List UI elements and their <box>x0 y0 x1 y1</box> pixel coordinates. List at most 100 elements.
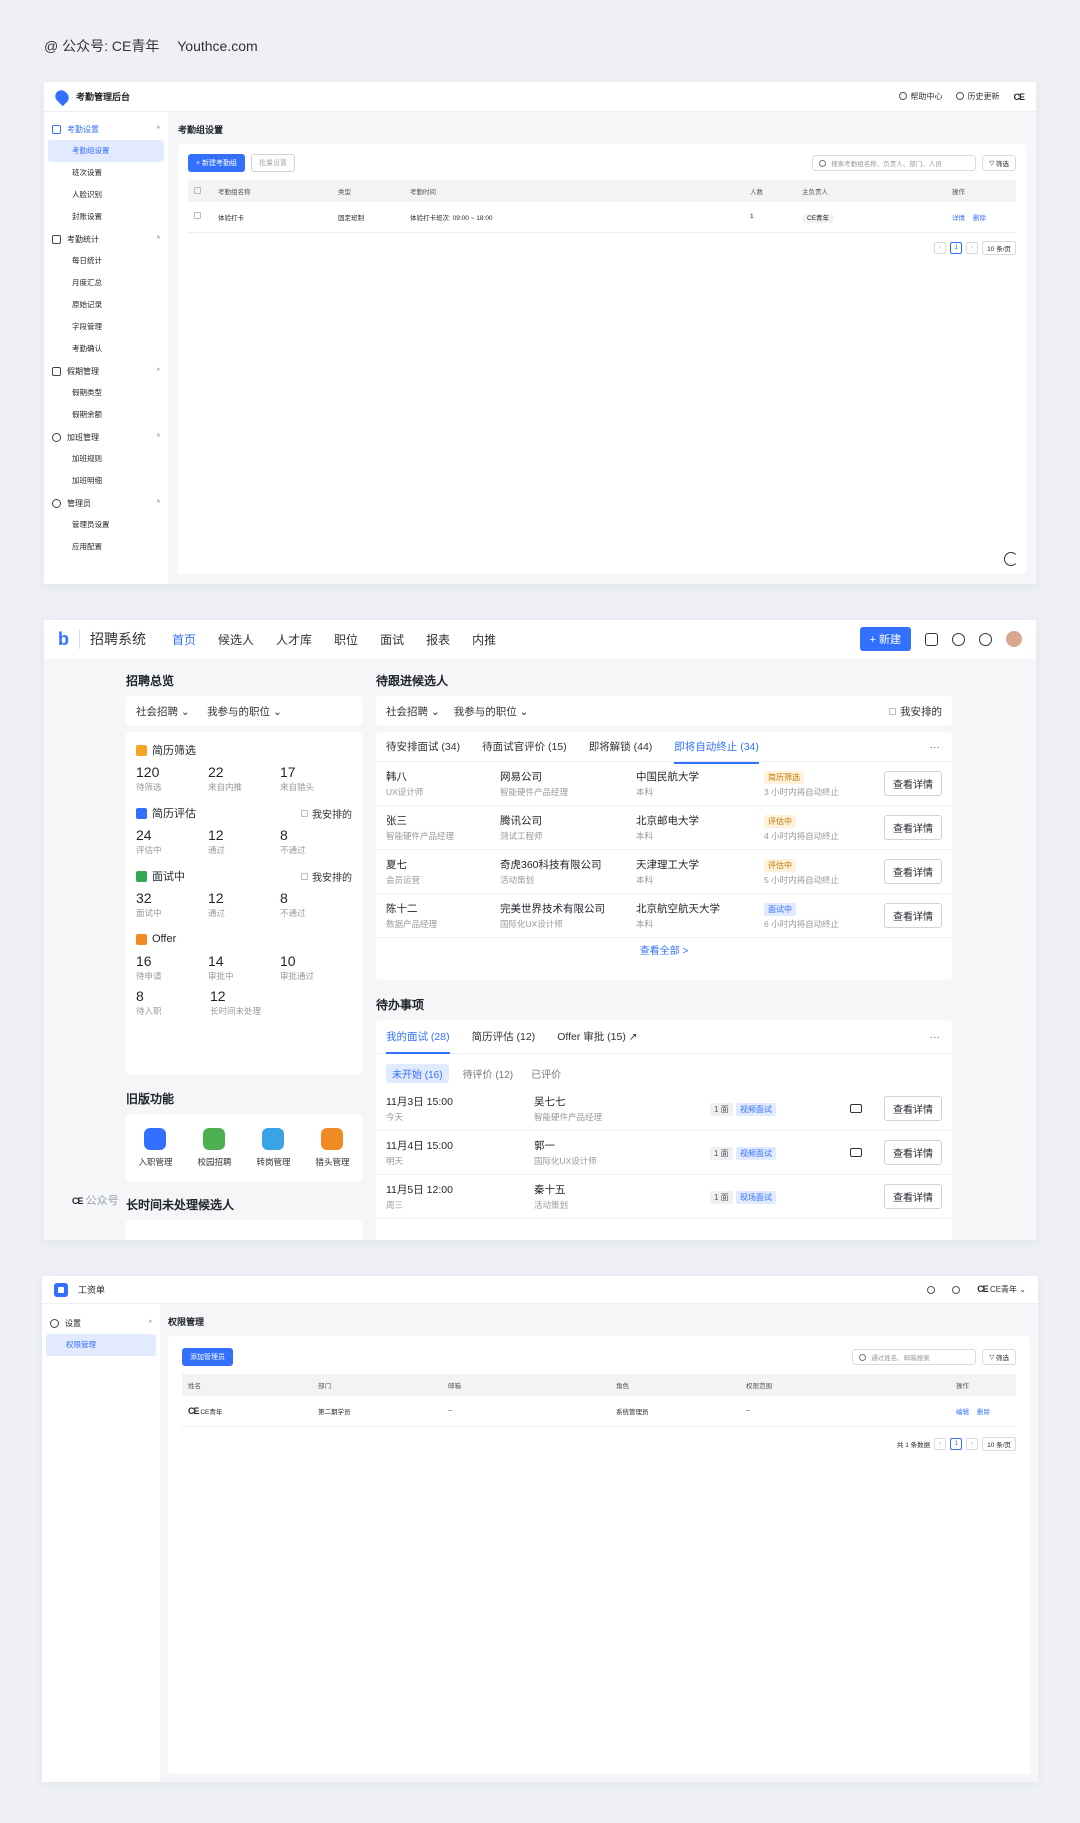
detail-link[interactable]: 详情 <box>952 215 965 222</box>
sidebar-item[interactable]: 假期余额 <box>48 404 164 426</box>
gear-icon[interactable] <box>952 632 965 646</box>
nav-talent-pool[interactable]: 人才库 <box>276 631 312 648</box>
view-detail-button[interactable]: 查看详情 <box>884 1140 942 1165</box>
view-detail-button[interactable]: 查看详情 <box>884 771 942 796</box>
tab-my-interviews[interactable]: 我的面试 (28) <box>386 1029 450 1054</box>
new-group-button[interactable]: + 新建考勤组 <box>188 154 246 172</box>
next-page-button[interactable]: › <box>966 241 979 254</box>
sidebar-item[interactable]: 权限管理 <box>46 1334 156 1356</box>
position-dropdown[interactable]: 我参与的职位 ⌄ <box>207 706 282 718</box>
refresh-icon[interactable] <box>1004 552 1018 566</box>
batch-setting-button[interactable]: 批量设置 <box>251 154 296 172</box>
sidebar-item[interactable]: 管理员设置 <box>48 514 164 536</box>
view-detail-button[interactable]: 查看详情 <box>884 859 942 884</box>
stat[interactable]: 8 不通过 <box>280 827 352 856</box>
stat[interactable]: 14 审批中 <box>208 953 280 982</box>
tab-auto-terminate[interactable]: 即将自动终止 (34) <box>674 739 759 764</box>
next-page-button[interactable]: › <box>966 1437 979 1450</box>
subtab-not-started[interactable]: 未开始 (16) <box>386 1064 449 1083</box>
sidebar-item[interactable]: 假期类型 <box>48 382 164 404</box>
headset-icon[interactable] <box>979 632 992 646</box>
page-size-select[interactable]: 10 条/页 <box>982 1436 1016 1451</box>
sidebar-group[interactable]: 假期管理 ^ <box>44 360 168 382</box>
nav-home[interactable]: 首页 <box>172 631 196 648</box>
sidebar-item[interactable]: 考勤确认 <box>48 338 164 360</box>
user-menu[interactable]: CE CE青年 ⌄ <box>977 1284 1026 1295</box>
view-detail-button[interactable]: 查看详情 <box>884 1184 942 1209</box>
see-all-link[interactable]: 查看全部 > <box>376 938 952 966</box>
stat[interactable]: 22 来自内推 <box>208 764 280 793</box>
select-all-checkbox[interactable] <box>194 186 201 194</box>
stat[interactable]: 8 不通过 <box>280 890 352 919</box>
prev-page-button[interactable]: ‹ <box>934 1437 947 1450</box>
sidebar-item[interactable]: 考勤组设置 <box>48 140 164 162</box>
nav-positions[interactable]: 职位 <box>334 631 358 648</box>
page-number[interactable]: 1 <box>950 241 963 254</box>
sidebar-item[interactable]: 封账设置 <box>48 206 164 228</box>
stat[interactable]: 16 待申请 <box>136 953 208 982</box>
tab-schedule[interactable]: 待安排面试 (34) <box>386 739 460 754</box>
recruit-type-dropdown[interactable]: 社会招聘 ⌄ <box>136 706 190 718</box>
stat[interactable]: 12 长时间未处理 <box>210 988 284 1017</box>
calendar-icon[interactable] <box>925 632 938 646</box>
stat[interactable]: 10 审批通过 <box>280 953 352 982</box>
nav-candidates[interactable]: 候选人 <box>218 631 254 648</box>
refresh-icon[interactable] <box>952 1285 961 1294</box>
tab-resume-eval[interactable]: 简历评估 (12) <box>472 1029 536 1044</box>
filter-button[interactable]: ▽ 筛选 <box>982 155 1016 171</box>
page-number[interactable]: 1 <box>950 1437 963 1450</box>
search-input[interactable]: 搜索考勤组名称、负责人、部门、人员 <box>812 155 977 171</box>
sidebar-group[interactable]: 管理员 ^ <box>44 492 168 514</box>
stat[interactable]: 12 通过 <box>208 827 280 856</box>
add-admin-button[interactable]: 添加管理员 <box>182 1348 233 1366</box>
sidebar-item[interactable]: 人脸识别 <box>48 184 164 206</box>
nav-reports[interactable]: 报表 <box>426 631 450 648</box>
nav-referral[interactable]: 内推 <box>472 631 496 648</box>
sidebar-group[interactable]: 考勤设置 ^ <box>44 118 168 140</box>
more-icon[interactable]: ··· <box>930 741 941 753</box>
sidebar-group[interactable]: 加班管理 ^ <box>44 426 168 448</box>
sidebar-item[interactable]: 班次设置 <box>48 162 164 184</box>
stat[interactable]: 17 来自猎头 <box>280 764 352 793</box>
headhunter-tile[interactable]: 猎头管理 <box>315 1128 350 1168</box>
filter-button[interactable]: ▽ 筛选 <box>982 1349 1016 1365</box>
mine-checkbox[interactable]: 我安排的 <box>889 704 942 718</box>
position-dropdown[interactable]: 我参与的职位 ⌄ <box>454 704 529 718</box>
mine-checkbox[interactable]: 我安排的 <box>301 869 352 884</box>
tab-unlock[interactable]: 即将解锁 (44) <box>589 739 653 754</box>
sidebar-item[interactable]: 加班规则 <box>48 448 164 470</box>
sidebar-item[interactable]: 每日统计 <box>48 250 164 272</box>
page-size-select[interactable]: 10 条/页 <box>982 240 1016 255</box>
history-link[interactable]: 历史更新 <box>956 91 999 102</box>
delete-link[interactable]: 删除 <box>973 215 986 222</box>
b-logo-icon[interactable]: b <box>58 629 69 650</box>
tab-offer-approval[interactable]: Offer 审批 (15) ↗ <box>557 1029 637 1044</box>
sidebar-group[interactable]: 考勤统计 ^ <box>44 228 168 250</box>
help-center-link[interactable]: 帮助中心 <box>899 91 942 102</box>
campus-tile[interactable]: 校园招聘 <box>197 1128 232 1168</box>
recruit-type-dropdown[interactable]: 社会招聘 ⌄ <box>386 704 440 718</box>
subtab-evaluated[interactable]: 已评价 <box>527 1064 565 1083</box>
transfer-tile[interactable]: 转岗管理 <box>256 1128 291 1168</box>
sidebar-item[interactable]: 应用配置 <box>48 536 164 558</box>
delete-link[interactable]: 删除 <box>977 1409 990 1416</box>
stat[interactable]: 24 评估中 <box>136 827 208 856</box>
nav-interviews[interactable]: 面试 <box>380 631 404 648</box>
ce-logo-icon[interactable]: CE <box>1013 92 1024 102</box>
stat[interactable]: 32 面试中 <box>136 890 208 919</box>
onboarding-tile[interactable]: 入职管理 <box>138 1128 173 1168</box>
stat[interactable]: 12 通过 <box>208 890 280 919</box>
sidebar-item[interactable]: 字段管理 <box>48 316 164 338</box>
help-icon[interactable] <box>927 1285 936 1294</box>
view-detail-button[interactable]: 查看详情 <box>884 815 942 840</box>
subtab-to-evaluate[interactable]: 待评价 (12) <box>459 1064 518 1083</box>
prev-page-button[interactable]: ‹ <box>934 241 947 254</box>
sidebar-item[interactable]: 加班明细 <box>48 470 164 492</box>
mine-checkbox[interactable]: 我安排的 <box>301 806 352 821</box>
video-icon[interactable] <box>850 1103 862 1113</box>
search-input[interactable]: 通过姓名、邮箱搜索 <box>852 1349 977 1365</box>
avatar[interactable] <box>1006 631 1022 647</box>
tab-feedback[interactable]: 待面试官评价 (15) <box>482 739 567 754</box>
edit-link[interactable]: 编辑 <box>956 1409 969 1416</box>
row-checkbox[interactable] <box>194 212 201 220</box>
